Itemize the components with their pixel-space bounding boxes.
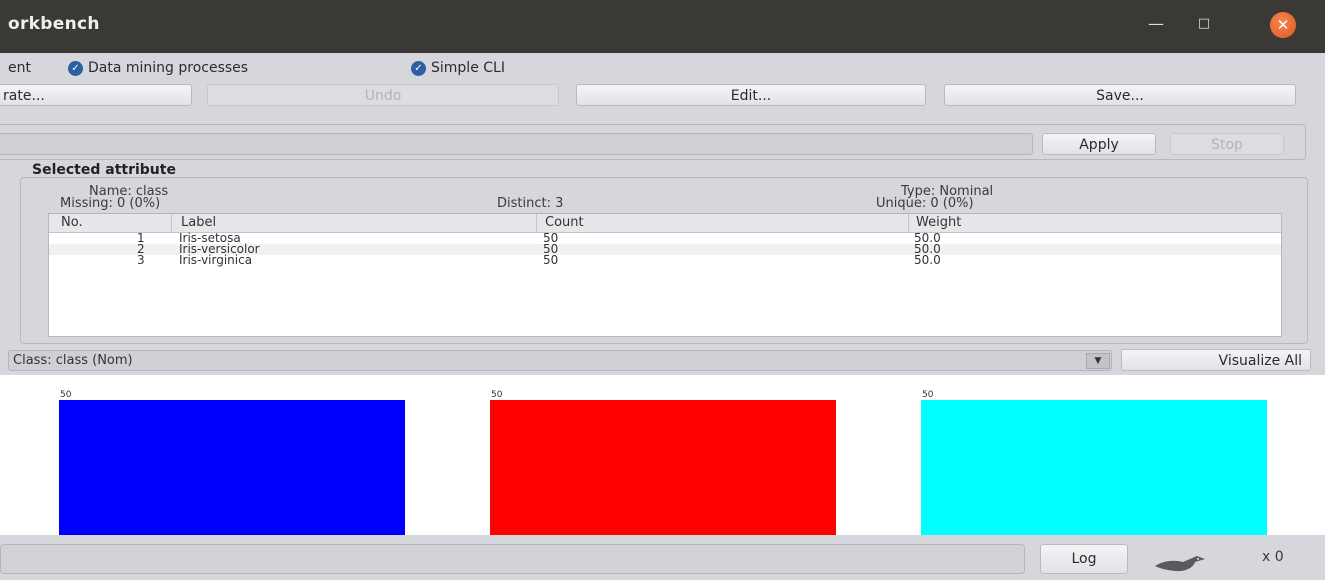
label-table: No. Label Count Weight 1 Iris-setosa 50 … <box>48 213 1282 337</box>
cell-count: 50 <box>543 253 559 267</box>
bar-iris-setosa <box>59 400 405 535</box>
mode-label: ent <box>8 60 31 76</box>
maximize-icon[interactable]: □ <box>1196 16 1212 32</box>
class-select[interactable]: Class: class (Nom) <box>8 350 1112 371</box>
cell-no: 3 <box>137 253 145 267</box>
filter-field[interactable] <box>0 133 1033 155</box>
radio-selected-icon: ✓ <box>411 60 426 76</box>
bar-value-label: 50 <box>922 390 934 400</box>
generate-button[interactable]: rate... <box>0 84 192 106</box>
mode-label: Data mining processes <box>88 60 249 76</box>
col-header-no[interactable]: No. <box>61 215 83 230</box>
undo-button[interactable]: Undo <box>207 84 559 106</box>
bar-iris-virginica <box>921 400 1267 535</box>
table-row[interactable]: 3 Iris-virginica 50 50.0 <box>49 253 1281 267</box>
selected-attribute-title: Selected attribute <box>32 162 176 178</box>
title-bar <box>0 0 1325 53</box>
visualize-all-button[interactable]: Visualize All <box>1121 349 1311 371</box>
attribute-plot: 50 50 50 <box>0 375 1325 535</box>
attribute-missing: Missing: 0 (0%) <box>60 196 161 211</box>
mode-environment[interactable]: ent <box>8 59 31 77</box>
mode-label: Simple CLI <box>431 60 505 76</box>
mode-simple-cli[interactable]: ✓ Simple CLI <box>411 59 505 77</box>
attribute-unique: Unique: 0 (0%) <box>876 196 974 211</box>
close-icon[interactable]: ✕ <box>1270 12 1296 38</box>
weka-bird-icon[interactable] <box>1153 552 1207 576</box>
minimize-icon[interactable]: — <box>1148 14 1164 34</box>
col-header-count[interactable]: Count <box>545 215 584 230</box>
radio-selected-icon: ✓ <box>68 60 83 76</box>
col-header-weight[interactable]: Weight <box>916 215 961 230</box>
cell-label: Iris-virginica <box>179 253 253 267</box>
window-title: orkbench <box>8 14 100 34</box>
attribute-distinct: Distinct: 3 <box>497 196 564 211</box>
mode-bar: ent ✓ Data mining processes ✓ Simple CLI <box>0 53 1325 81</box>
mode-data-mining[interactable]: ✓ Data mining processes <box>68 59 248 77</box>
bar-value-label: 50 <box>60 390 72 400</box>
class-select-value: Class: class (Nom) <box>13 353 133 368</box>
bar-iris-versicolor <box>490 400 836 535</box>
edit-button[interactable]: Edit... <box>576 84 926 106</box>
col-header-label[interactable]: Label <box>181 215 216 230</box>
column-divider <box>171 214 172 232</box>
column-divider <box>908 214 909 232</box>
stop-button[interactable]: Stop <box>1170 133 1284 155</box>
bar-value-label: 50 <box>491 390 503 400</box>
cell-weight: 50.0 <box>914 253 941 267</box>
status-field <box>0 544 1025 574</box>
save-button[interactable]: Save... <box>944 84 1296 106</box>
class-bar-chart: 50 50 50 <box>59 390 1267 535</box>
apply-button[interactable]: Apply <box>1042 133 1156 155</box>
chevron-down-icon[interactable]: ▼ <box>1086 353 1110 369</box>
column-divider <box>536 214 537 232</box>
log-button[interactable]: Log <box>1040 544 1128 574</box>
task-count: x 0 <box>1262 549 1284 565</box>
